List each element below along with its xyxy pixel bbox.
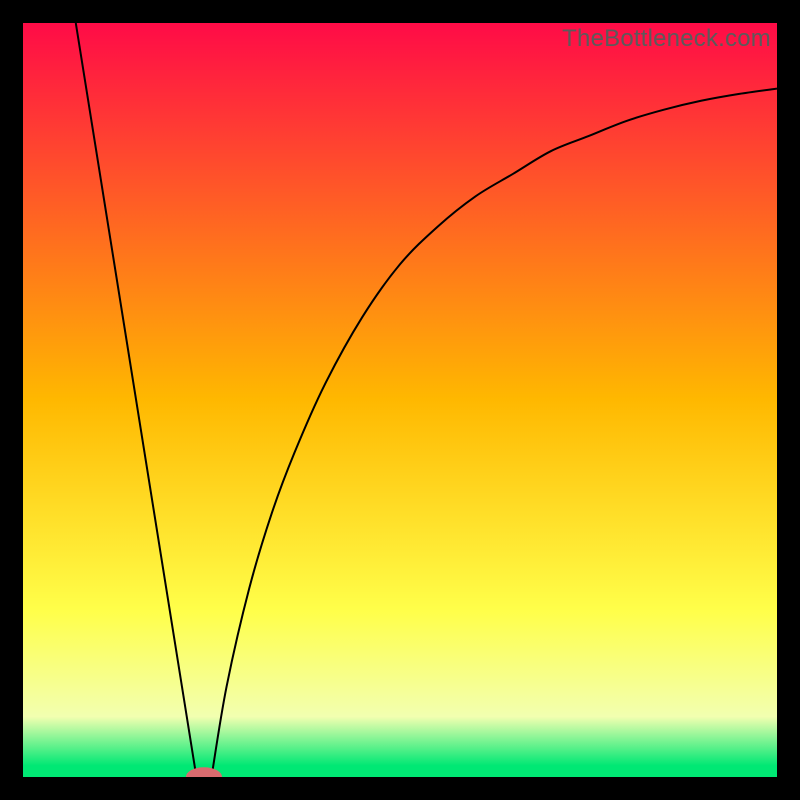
chart-svg xyxy=(23,23,777,777)
watermark-text: TheBottleneck.com xyxy=(562,25,771,53)
chart-frame: TheBottleneck.com xyxy=(23,23,777,777)
